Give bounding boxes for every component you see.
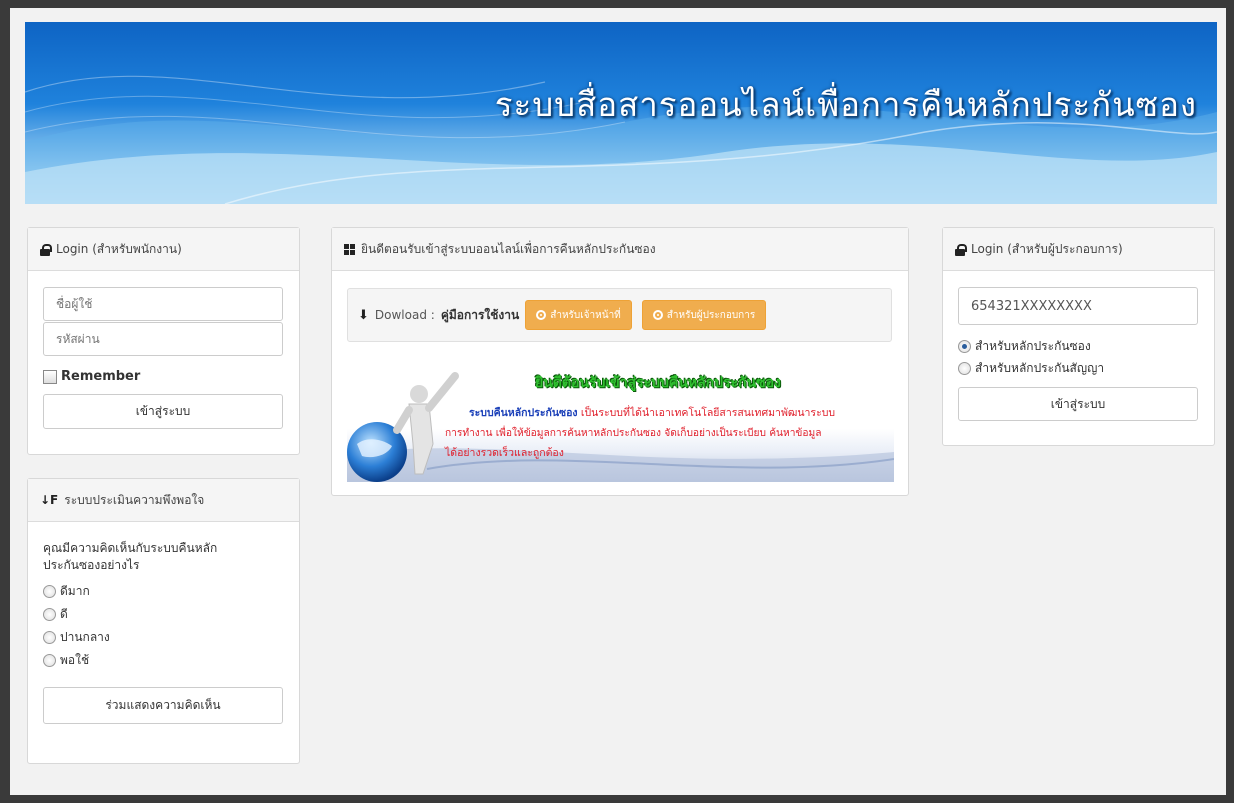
- option-label: สำหรับหลักประกันสัญญา: [975, 360, 1105, 375]
- download-bar: ⬇ Dowload : คู่มือการใช้งาน สำหรับเจ้าหน…: [347, 288, 892, 342]
- staff-login-title: Login (สำหรับพนักงาน): [56, 241, 182, 256]
- operator-manual-label: สำหรับผู้ประกอบการ: [666, 309, 756, 321]
- download-icon: ⬇: [358, 307, 369, 323]
- survey-option[interactable]: ดี: [43, 603, 284, 626]
- welcome-image-system-name: ระบบคืนหลักประกันซอง: [469, 407, 578, 419]
- staff-manual-button[interactable]: สำหรับเจ้าหน้าที่: [525, 300, 632, 330]
- welcome-image-line3: ได้อย่างรวดเร็วและถูกต้อง: [445, 447, 564, 459]
- survey-panel: ↓F ระบบประเมินความพึงพอใจ คุณมีความคิดเห…: [27, 478, 300, 764]
- radio-button[interactable]: [43, 608, 56, 621]
- survey-question: คุณมีความคิดเห็นกับระบบคืนหลักประกันซองอ…: [43, 541, 218, 572]
- survey-option[interactable]: พอใช้: [43, 649, 284, 672]
- operator-login-button[interactable]: เข้าสู่ระบบ: [958, 387, 1198, 421]
- password-input[interactable]: [43, 322, 283, 356]
- survey-submit-button[interactable]: ร่วมแสดงความคิดเห็น: [43, 687, 283, 724]
- banner-title: ระบบสื่อสารออนไลน์เพื่อการคืนหลักประกันซ…: [494, 85, 1197, 124]
- radio-button-selected[interactable]: [958, 339, 971, 353]
- guarantee-type-option[interactable]: สำหรับหลักประกันสัญญา: [958, 357, 1214, 379]
- remember-checkbox[interactable]: [43, 369, 57, 384]
- option-label: พอใช้: [60, 653, 90, 667]
- lock-icon: [955, 243, 967, 256]
- operator-login-title: Login (สำหรับผู้ประกอบการ): [971, 241, 1123, 256]
- grid-icon: [344, 243, 355, 255]
- radio-button[interactable]: [958, 361, 971, 375]
- welcome-title: ยินดีตอนรับเข้าสู่ระบบออนไลน์เพื่อการคืน…: [361, 241, 656, 256]
- welcome-image-line1-row: ระบบคืนหลักประกันซอง เป็นระบบที่ได้นำเอา…: [469, 404, 835, 421]
- staff-manual-label: สำหรับเจ้าหน้าที่: [550, 309, 621, 321]
- welcome-panel: ยินดีตอนรับเข้าสู่ระบบออนไลน์เพื่อการคืน…: [331, 227, 909, 496]
- welcome-image-line1: เป็นระบบที่ได้นำเอาเทคโนโลยีสารสนเทศมาพั…: [580, 407, 836, 419]
- welcome-image: ยินดีต้อนรับเข้าสู่ระบบคืนหลักประกันซอง …: [347, 364, 894, 482]
- welcome-header: ยินดีตอนรับเข้าสู่ระบบออนไลน์เพื่อการคืน…: [332, 228, 908, 271]
- survey-option[interactable]: ปานกลาง: [43, 626, 284, 649]
- download-label: Dowload :: [374, 308, 435, 322]
- staff-login-button[interactable]: เข้าสู่ระบบ: [43, 394, 283, 429]
- radio-button[interactable]: [43, 585, 56, 598]
- remember-label: Remember: [61, 369, 141, 384]
- staff-login-panel: Login (สำหรับพนักงาน) Remember เข้าสู่ระ…: [27, 227, 300, 455]
- welcome-image-headline: ยินดีต้อนรับเข้าสู่ระบบคืนหลักประกันซอง: [535, 375, 781, 391]
- staff-login-header: Login (สำหรับพนักงาน): [28, 228, 299, 271]
- operator-id-input[interactable]: [958, 287, 1198, 325]
- manual-label: คู่มือการใช้งาน: [440, 307, 520, 322]
- remember-row: Remember: [43, 369, 299, 384]
- option-label: ดี: [60, 607, 68, 621]
- circle-arrow-icon: [652, 310, 663, 320]
- sort-icon: ↓F: [40, 493, 59, 507]
- survey-header: ↓F ระบบประเมินความพึงพอใจ: [28, 479, 299, 522]
- survey-title: ระบบประเมินความพึงพอใจ: [64, 492, 205, 507]
- option-label: สำหรับหลักประกันซอง: [975, 338, 1091, 353]
- page-frame: ระบบสื่อสารออนไลน์เพื่อการคืนหลักประกันซ…: [10, 8, 1226, 795]
- header-banner: ระบบสื่อสารออนไลน์เพื่อการคืนหลักประกันซ…: [25, 22, 1217, 204]
- operator-login-panel: Login (สำหรับผู้ประกอบการ) สำหรับหลักประ…: [942, 227, 1215, 446]
- operator-login-header: Login (สำหรับผู้ประกอบการ): [943, 228, 1214, 271]
- guarantee-type-option[interactable]: สำหรับหลักประกันซอง: [958, 335, 1214, 357]
- survey-option[interactable]: ดีมาก: [43, 580, 284, 603]
- lock-icon: [40, 243, 52, 256]
- option-label: ดีมาก: [60, 584, 90, 598]
- operator-manual-button[interactable]: สำหรับผู้ประกอบการ: [641, 300, 767, 330]
- radio-button[interactable]: [43, 631, 56, 644]
- option-label: ปานกลาง: [60, 630, 110, 644]
- radio-button[interactable]: [43, 654, 56, 667]
- welcome-image-line2: การทำงาน เพื่อให้ข้อมูลการค้นหาหลักประกั…: [445, 428, 822, 439]
- circle-arrow-icon: [536, 310, 547, 320]
- username-input[interactable]: [43, 287, 283, 321]
